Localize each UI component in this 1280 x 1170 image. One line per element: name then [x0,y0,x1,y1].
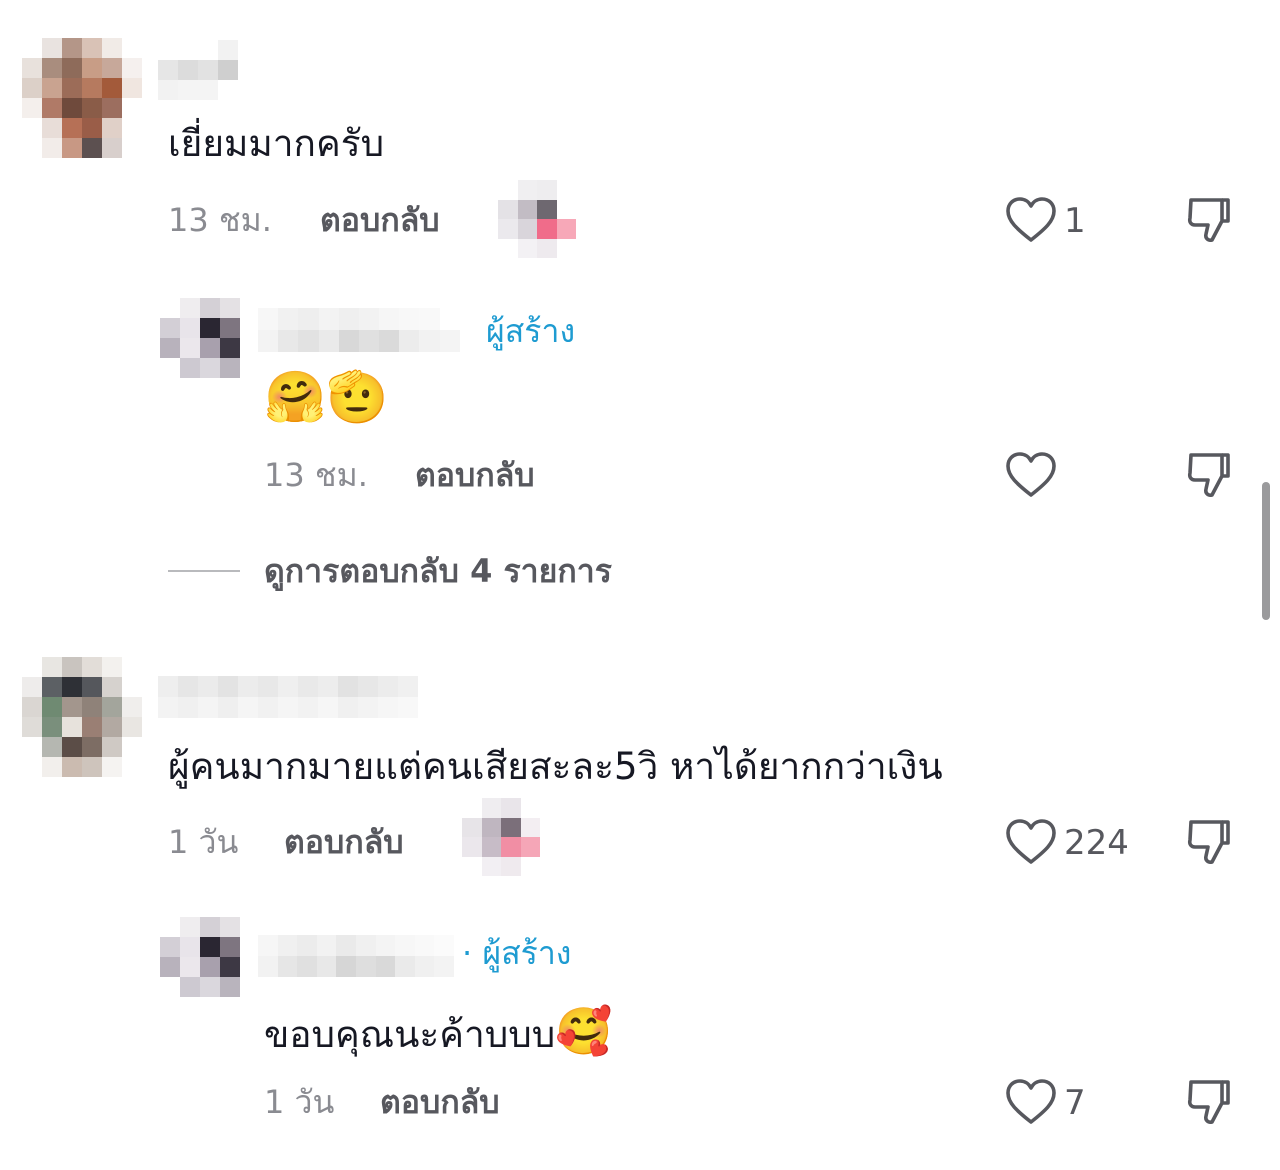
creator-liked-avatar [498,180,576,258]
reply-time: 1 วัน [264,1083,335,1121]
thumbs-down-icon[interactable] [1186,451,1232,499]
creator-username-blurred[interactable] [258,308,480,352]
creator-avatar[interactable] [160,298,240,378]
reply-text-content: ขอบคุณนะค้าบบบ [264,1013,556,1056]
reply-button[interactable]: ตอบกลับ [320,204,440,236]
thumbs-down-icon[interactable] [1186,1078,1232,1126]
heart-outline-icon[interactable] [1005,196,1057,244]
creator-badge: ผู้สร้าง [486,312,576,350]
avatar[interactable] [22,657,142,777]
reply-button[interactable]: ตอบกลับ [284,826,404,858]
comment-text: ผู้คนมากมายแต่คนเสียสะละ5วิ หาได้ยากกว่า… [168,745,943,788]
reply-button[interactable]: ตอบกลับ [415,459,535,491]
like-count: 224 [1064,823,1129,863]
view-replies-button[interactable]: ดูการตอบกลับ 4 รายการ [264,555,612,587]
reply-button[interactable]: ตอบกลับ [380,1086,500,1118]
username-blurred[interactable] [158,676,418,718]
avatar[interactable] [22,38,142,158]
thumbs-down-icon[interactable] [1186,196,1232,244]
creator-badge: · ผู้สร้าง [462,934,572,972]
creator-avatar[interactable] [160,917,240,997]
reply-text: ขอบคุณนะค้าบบบ🥰 [264,1008,613,1054]
creator-liked-avatar [462,798,540,876]
view-replies-divider [168,570,240,572]
smiling-hearts-emoji: 🥰 [555,1004,613,1058]
comment-time: 13 ชม. [168,201,272,239]
comment-text: เยี่ยมมากครับ [168,122,385,165]
like-count: 7 [1064,1083,1086,1123]
heart-outline-icon[interactable] [1005,451,1057,499]
creator-username-blurred[interactable] [258,935,454,977]
thumbs-down-icon[interactable] [1186,818,1232,866]
heart-outline-icon[interactable] [1005,818,1057,866]
scrollbar[interactable] [1262,482,1270,620]
like-count: 1 [1064,201,1086,241]
heart-outline-icon[interactable] [1005,1078,1057,1126]
comment-time: 1 วัน [168,823,239,861]
reply-time: 13 ชม. [264,456,368,494]
username-blurred[interactable] [158,40,258,100]
reply-emoji: 🤗🫡 [264,368,389,426]
